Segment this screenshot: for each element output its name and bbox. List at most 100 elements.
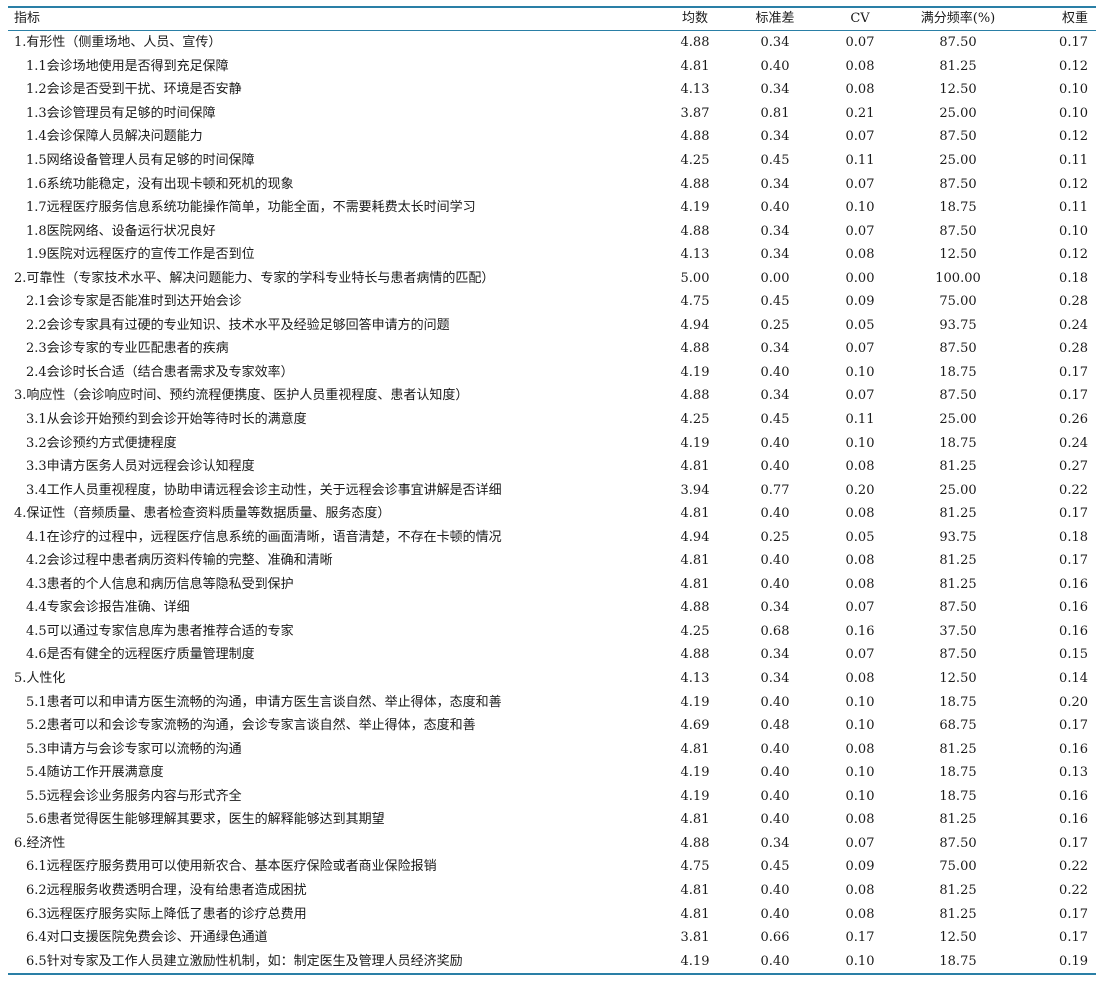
weight-cell: 0.11 <box>1059 153 1088 168</box>
sd-cell: 0.48 <box>760 718 790 734</box>
cv-cell: 0.10 <box>845 435 875 451</box>
cv-cell: 0.08 <box>845 812 875 828</box>
indicator-cell: 4.6是否有健全的远程医疗质量管理制度 <box>26 647 255 663</box>
mean-cell: 4.13 <box>680 671 710 687</box>
full-score-rate-cell: 12.50 <box>939 82 977 98</box>
indicator-cell: 3.4工作人员重视程度，协助申请远程会诊主动性，关于远程会诊事宜讲解是否详细 <box>26 482 502 498</box>
weight-cell: 0.17 <box>1059 388 1088 404</box>
sd-cell: 0.68 <box>760 623 790 639</box>
sd-cell: 0.34 <box>760 671 790 687</box>
mean-cell: 4.19 <box>680 953 710 969</box>
sd-cell: 0.34 <box>760 176 790 192</box>
cv-cell: 0.09 <box>845 859 875 875</box>
sd-cell: 0.40 <box>760 459 790 475</box>
mean-cell: 4.81 <box>680 812 710 828</box>
mean-cell: 4.19 <box>680 694 710 710</box>
weight-cell: 0.18 <box>1059 270 1088 286</box>
indicator-cell: 3.响应性（会诊响应时间、预约流程便携度、医护人员重视程度、患者认知度） <box>14 388 469 404</box>
table-row: 4.6是否有健全的远程医疗质量管理制度 4.88 0.34 0.07 87.50 0.15 <box>8 643 1096 667</box>
mean-cell: 4.75 <box>680 859 710 875</box>
weight-cell: 0.12 <box>1059 247 1088 263</box>
indicator-cell: 4.3患者的个人信息和病历信息等隐私受到保护 <box>26 576 294 592</box>
sd-cell: 0.25 <box>760 317 790 333</box>
mean-cell: 4.25 <box>680 412 710 428</box>
cv-cell: 0.08 <box>845 247 875 263</box>
mean-cell: 4.19 <box>680 788 710 804</box>
mean-cell: 4.94 <box>680 529 710 545</box>
mean-cell: 4.81 <box>680 553 710 569</box>
full-score-rate-cell: 81.25 <box>939 812 977 828</box>
indicator-cell: 5.1患者可以和申请方医生流畅的沟通，申请方医生言谈自然、举止得体，态度和善 <box>26 694 502 710</box>
indicator-cell: 1.2会诊是否受到干扰、环境是否安静 <box>26 82 242 98</box>
mean-cell: 4.88 <box>680 600 710 616</box>
mean-cell: 4.81 <box>680 576 710 592</box>
weight-cell: 0.12 <box>1059 129 1088 145</box>
weight-cell: 0.17 <box>1059 718 1088 734</box>
indicator-cell: 6.经济性 <box>14 835 66 851</box>
indicator-cell: 6.2远程服务收费透明合理，没有给患者造成困扰 <box>26 882 307 898</box>
sd-cell: 0.77 <box>760 482 790 498</box>
table-row: 6.5针对专家及工作人员建立激励性机制，如：制定医生及管理人员经济奖励 4.19 0… <box>8 949 1096 973</box>
table-row-category: 6.经济性 4.88 0.34 0.07 87.50 0.17 <box>8 832 1096 856</box>
table-row: 6.4对口支援医院免费会诊、开通绿色通道 3.81 0.66 0.17 12.50 0.1… <box>8 926 1096 950</box>
mean-cell: 4.81 <box>680 506 710 522</box>
sd-cell: 0.40 <box>760 364 790 380</box>
mean-cell: 4.81 <box>680 906 710 922</box>
indicator-cell: 6.4对口支援医院免费会诊、开通绿色通道 <box>26 930 268 946</box>
mean-cell: 3.87 <box>680 105 710 121</box>
cv-cell: 0.08 <box>845 576 875 592</box>
table-row-category: 2.可靠性（专家技术水平、解决问题能力、专家的学科专业特长与患者病情的匹配） 5.… <box>8 266 1096 290</box>
mean-cell: 4.19 <box>680 435 710 451</box>
full-score-rate-cell: 25.00 <box>939 105 977 121</box>
table-row: 5.6患者觉得医生能够理解其要求，医生的解释能够达到其期望 4.81 0.40 0.0… <box>8 808 1096 832</box>
sd-cell: 0.40 <box>760 553 790 569</box>
indicator-cell: 6.5针对专家及工作人员建立激励性机制，如：制定医生及管理人员经济奖励 <box>26 953 463 969</box>
weight-cell: 0.17 <box>1059 364 1088 380</box>
cv-cell: 0.08 <box>845 553 875 569</box>
indicator-cell: 2.1会诊专家是否能准时到达开始会诊 <box>26 294 242 310</box>
table-row: 5.2患者可以和会诊专家流畅的沟通，会诊专家言谈自然、举止得体，态度和善 4.69… <box>8 714 1096 738</box>
mean-cell: 4.19 <box>680 200 710 216</box>
table-row-category: 4.保证性（音频质量、患者检查资料质量等数据质量、服务态度） 4.81 0.40 0.… <box>8 502 1096 526</box>
indicator-cell: 1.4会诊保障人员解决问题能力 <box>26 129 203 145</box>
full-score-rate-cell: 12.50 <box>939 930 977 946</box>
indicator-table-body: 1.有形性（侧重场地、人员、宣传） 4.88 0.34 0.07 87.50 0.17 1.… <box>8 31 1096 973</box>
weight-cell: 0.12 <box>1059 58 1088 74</box>
indicator-cell: 3.2会诊预约方式便捷程度 <box>26 435 177 451</box>
weight-cell: 0.16 <box>1059 812 1088 828</box>
sd-cell: 0.81 <box>760 105 790 121</box>
mean-cell: 4.88 <box>680 176 710 192</box>
sd-cell: 0.40 <box>760 435 790 451</box>
mean-cell: 4.94 <box>680 317 710 333</box>
indicator-cell: 5.人性化 <box>14 671 66 687</box>
indicator-cell: 4.保证性（音频质量、患者检查资料质量等数据质量、服务态度） <box>14 506 391 522</box>
cv-cell: 0.20 <box>845 482 875 498</box>
table-row: 6.3远程医疗服务实际上降低了患者的诊疗总费用 4.81 0.40 0.08 81.25… <box>8 902 1096 926</box>
full-score-rate-cell: 25.00 <box>939 482 977 498</box>
table-row: 1.1会诊场地使用是否得到充足保障 4.81 0.40 0.08 81.25 0.12 <box>8 55 1096 79</box>
cv-cell: 0.00 <box>845 270 875 286</box>
full-score-rate-cell: 18.75 <box>939 953 977 969</box>
indicator-cell: 3.1从会诊开始预约到会诊开始等待时长的满意度 <box>26 412 307 428</box>
table-row: 5.1患者可以和申请方医生流畅的沟通，申请方医生言谈自然、举止得体，态度和善 4.… <box>8 690 1096 714</box>
weight-cell: 0.28 <box>1059 341 1088 357</box>
full-score-rate-cell: 81.25 <box>939 882 977 898</box>
full-score-rate-cell: 18.75 <box>939 765 977 781</box>
table-row: 2.3会诊专家的专业匹配患者的疾病 4.88 0.34 0.07 87.50 0.28 <box>8 337 1096 361</box>
weight-cell: 0.19 <box>1059 953 1088 969</box>
table-row: 5.5远程会诊业务服务内容与形式齐全 4.19 0.40 0.10 18.75 0.16 <box>8 785 1096 809</box>
sd-cell: 0.34 <box>760 835 790 851</box>
sd-cell: 0.40 <box>760 576 790 592</box>
sd-cell: 0.40 <box>760 694 790 710</box>
sd-cell: 0.40 <box>760 765 790 781</box>
mean-cell: 3.94 <box>680 482 710 498</box>
indicator-cell: 5.2患者可以和会诊专家流畅的沟通，会诊专家言谈自然、举止得体，态度和善 <box>26 718 476 734</box>
cv-cell: 0.21 <box>845 105 875 121</box>
indicator-table: 指标 均数 标准差 CV 满分频率(%) 权重 1.有形性（侧重场地、人员、宣传… <box>8 6 1096 975</box>
mean-cell: 4.88 <box>680 388 710 404</box>
table-row: 6.2远程服务收费透明合理，没有给患者造成困扰 4.81 0.40 0.08 81.25… <box>8 879 1096 903</box>
cv-cell: 0.10 <box>845 765 875 781</box>
indicator-cell: 1.5网络设备管理人员有足够的时间保障 <box>26 153 255 168</box>
full-score-rate-cell: 87.50 <box>939 600 977 616</box>
cv-cell: 0.10 <box>845 364 875 380</box>
